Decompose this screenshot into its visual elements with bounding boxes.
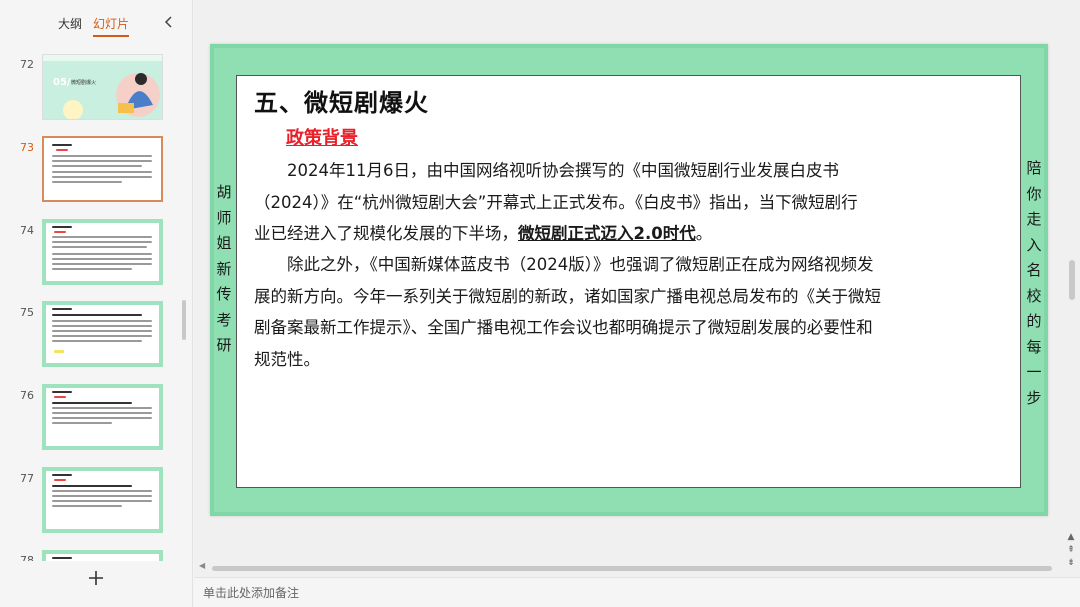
notes-placeholder[interactable]: 单击此处添加备注 xyxy=(203,584,299,601)
paragraph-2: 除此之外，《中国新媒体蓝皮书（2024版）》也强调了微短剧正在成为网络视频发 展… xyxy=(254,249,934,375)
tab-slides[interactable]: 幻灯片 xyxy=(93,15,130,37)
thumbnail-list[interactable]: 72 05/ 微短剧爆火 73 74 75 76 77 78 xyxy=(0,46,193,561)
thumb-title: 05/ xyxy=(53,77,71,88)
panel-tabs: 大纲 幻灯片 xyxy=(0,10,193,40)
slide-thumbnail-78[interactable] xyxy=(42,550,163,561)
section-heading: 政策背景 xyxy=(286,128,358,149)
slide-number: 75 xyxy=(20,306,34,319)
slide-panel: 大纲 幻灯片 72 05/ 微短剧爆火 73 74 75 76 77 78 xyxy=(0,0,193,607)
add-slide-icon[interactable] xyxy=(86,568,106,588)
text-line: 除此之外，《中国新媒体蓝皮书（2024版）》也强调了微短剧正在成为网络视频发 xyxy=(287,255,874,274)
side-text-right: 陪你走入名校的每一步 xyxy=(1026,159,1042,407)
text-run: 。 xyxy=(695,224,713,243)
thumb-subtitle: 微短剧爆火 xyxy=(71,80,97,86)
scroll-up-icon[interactable]: ▲ xyxy=(1064,531,1078,543)
text-line: 2024年11月6日，由中国网络视听协会撰写的《中国微短剧行业发展白皮书 xyxy=(287,161,839,180)
content-textbox[interactable]: 五、微短剧爆火 政策背景 2024年11月6日，由中国网络视听协会撰写的《中国微… xyxy=(236,75,1021,488)
slide-thumbnail-74[interactable] xyxy=(42,219,163,285)
slide-editor: 胡师姐新传考研 陪你走入名校的每一步 五、微短剧爆火 政策背景 2024年11月… xyxy=(194,0,1080,607)
slide-number: 78 xyxy=(20,554,34,561)
slide-number: 77 xyxy=(20,472,34,485)
text-run: 业已经进入了规模化发展的下半场， xyxy=(254,224,518,243)
slide-thumbnail-77[interactable] xyxy=(42,467,163,533)
slide-number: 76 xyxy=(20,389,34,402)
text-line: 业已经进入了规模化发展的下半场，微短剧正式迈入2.0时代。 xyxy=(254,218,934,250)
slide-thumbnail-76[interactable] xyxy=(42,384,163,450)
side-text-left: 胡师姐新传考研 xyxy=(216,183,232,354)
text-line: 剧备案最新工作提示》、全国广播电视工作会议也都明确提示了微短剧发展的必要性和 xyxy=(254,318,873,337)
text-line: （2024）》在“杭州微短剧大会”开幕式上正式发布。《白皮书》指出，当下微短剧行 xyxy=(254,192,858,212)
slide-number: 74 xyxy=(20,224,34,237)
tab-outline[interactable]: 大纲 xyxy=(58,15,82,32)
notes-pane[interactable]: 单击此处添加备注 xyxy=(194,577,1080,607)
next-slide-icon[interactable]: ⇟ xyxy=(1064,557,1078,569)
prev-slide-icon[interactable]: ⇞ xyxy=(1064,544,1078,556)
chevron-left-icon[interactable] xyxy=(160,13,178,31)
slide-thumbnail-72[interactable]: 05/ 微短剧爆火 xyxy=(42,54,163,120)
paragraph-1: 2024年11月6日，由中国网络视听协会撰写的《中国微短剧行业发展白皮书 （20… xyxy=(254,155,934,250)
emphasis-text: 微短剧正式迈入2.0时代 xyxy=(518,224,696,243)
vertical-scrollbar[interactable] xyxy=(1069,260,1075,300)
slide-thumbnail-75[interactable] xyxy=(42,301,163,367)
slide-number: 72 xyxy=(20,58,34,71)
scroll-left-icon[interactable]: ◀ xyxy=(199,561,205,570)
slide-number: 73 xyxy=(20,141,34,154)
text-line: 规范性。 xyxy=(254,349,320,369)
slide-canvas[interactable]: 胡师姐新传考研 陪你走入名校的每一步 五、微短剧爆火 政策背景 2024年11月… xyxy=(210,44,1048,516)
horizontal-scrollbar[interactable] xyxy=(212,566,1052,571)
slide-title: 五、微短剧爆火 xyxy=(254,89,429,117)
panel-scrollbar[interactable] xyxy=(182,300,186,340)
text-line: 展的新方向。今年一系列关于微短剧的新政，诸如国家广播电视总局发布的《关于微短 xyxy=(254,286,881,306)
slide-thumbnail-73[interactable] xyxy=(42,136,163,202)
